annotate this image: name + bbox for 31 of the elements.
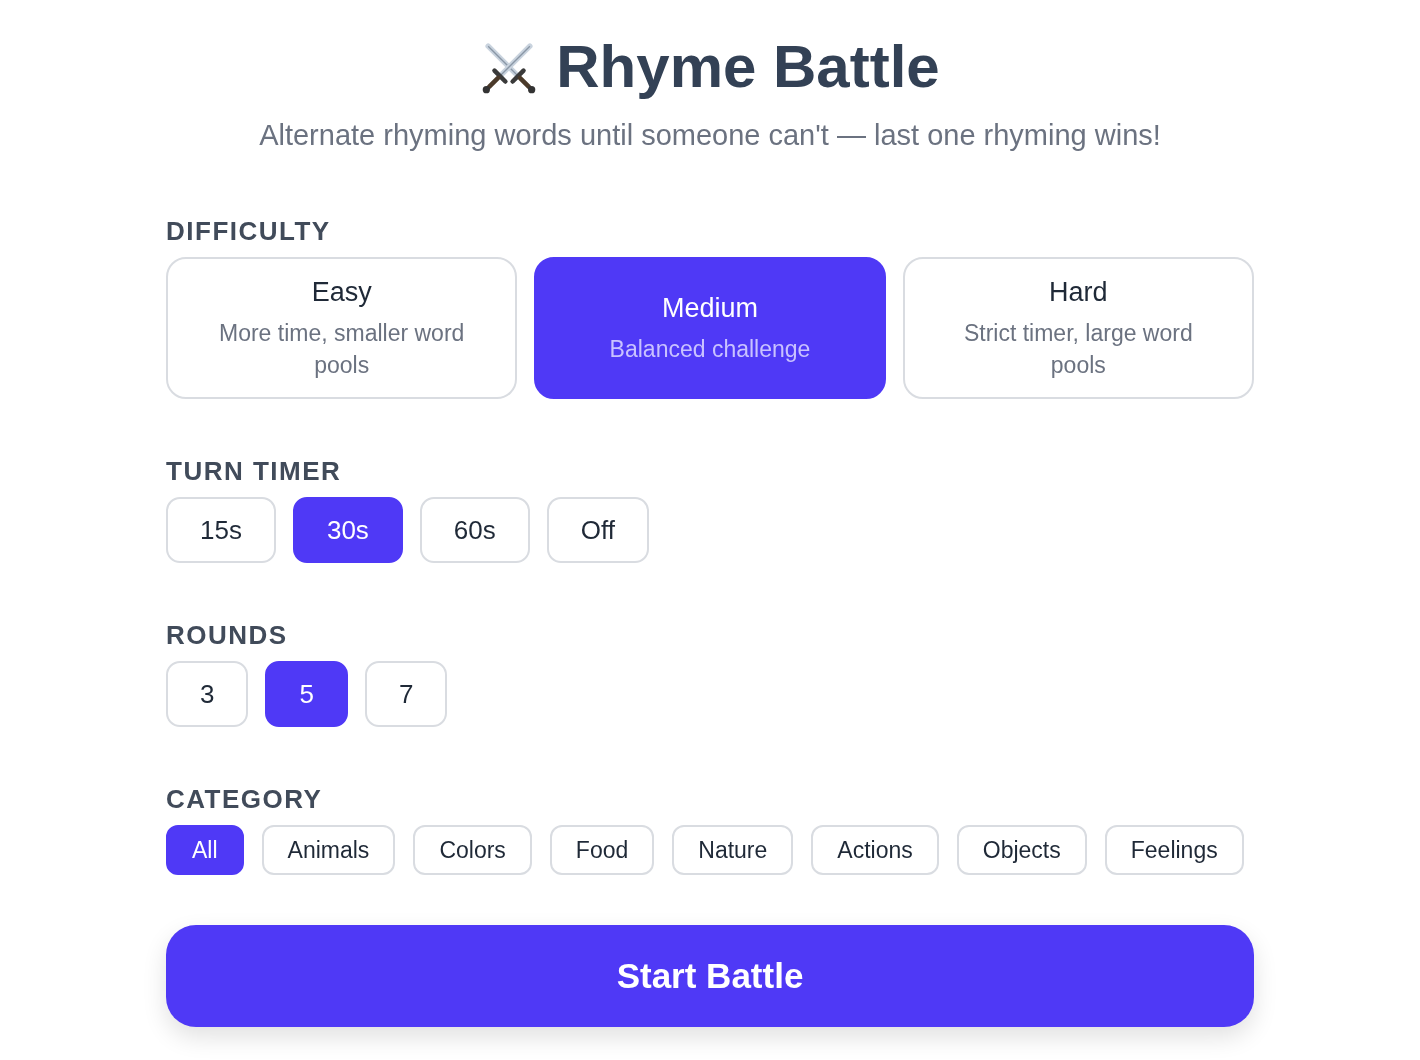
option-button[interactable]: 30s — [292, 497, 403, 563]
card-title: Medium — [661, 292, 758, 325]
category-chip[interactable]: All — [166, 825, 244, 875]
category-chip[interactable]: Objects — [956, 825, 1087, 875]
category-chip[interactable]: Actions — [811, 825, 939, 875]
option-button[interactable]: Off — [546, 497, 649, 563]
category-chip[interactable]: Colors — [413, 825, 532, 875]
card-title: Hard — [1049, 276, 1108, 309]
section-label: CATEGORY — [166, 783, 323, 815]
app-subtitle: Alternate rhyming words until someone can't — last one rhyming wins! — [258, 118, 1162, 153]
difficulty-card[interactable]: Easy More time, smaller word pools — [166, 257, 518, 399]
card-title: Easy — [311, 276, 372, 309]
card-description: Balanced challenge — [609, 335, 811, 364]
card-description: Strict timer, large word pools — [962, 319, 1194, 380]
card-description: More time, smaller word pools — [217, 319, 466, 380]
option-button[interactable]: 3 — [166, 661, 249, 727]
option-button[interactable]: 7 — [364, 661, 448, 727]
category-chip[interactable]: Nature — [672, 825, 794, 875]
app-title: Rhyme Battle — [556, 32, 940, 102]
section-label: TURN TIMER — [166, 455, 342, 487]
option-button[interactable]: 5 — [265, 661, 348, 727]
category-chip[interactable]: Food — [549, 825, 655, 875]
option-button[interactable]: 60s — [419, 497, 530, 563]
category-chip[interactable]: Animals — [261, 825, 396, 875]
section-label: DIFFICULTY — [166, 215, 331, 247]
start-button[interactable]: Start Battle — [166, 925, 1254, 1027]
difficulty-card[interactable]: Medium Balanced challenge — [534, 257, 886, 399]
section-label: ROUNDS — [166, 619, 288, 651]
category-chip[interactable]: Feelings — [1104, 825, 1244, 875]
option-button[interactable]: 15s — [166, 497, 276, 563]
difficulty-card[interactable]: Hard Strict timer, large word pools — [902, 257, 1254, 399]
